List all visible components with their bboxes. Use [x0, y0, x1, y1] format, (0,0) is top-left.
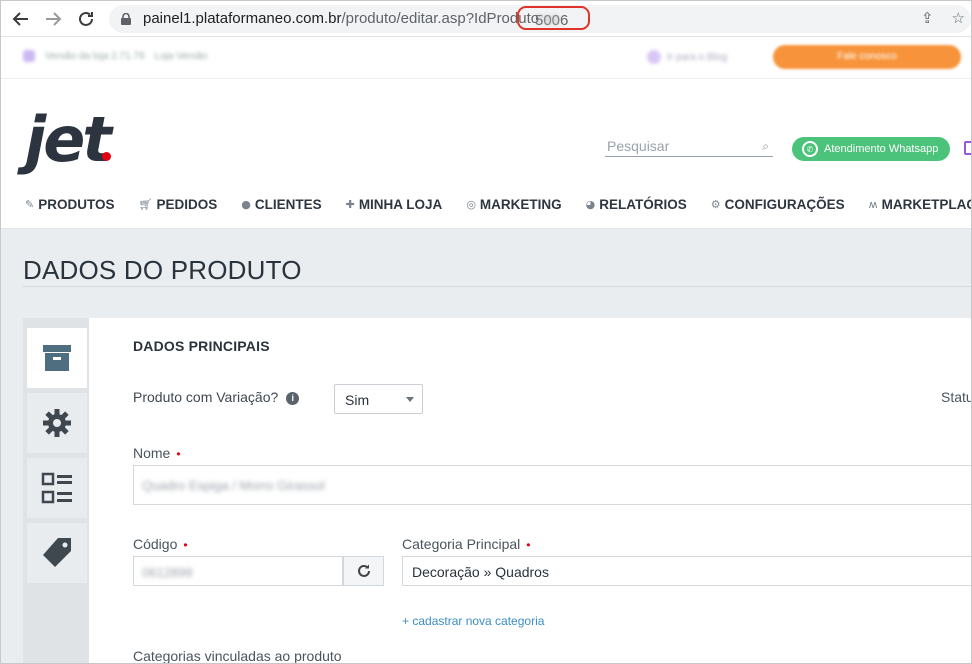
tab-details[interactable] — [27, 458, 87, 518]
mail-icon[interactable] — [964, 141, 971, 155]
logo-dot — [102, 152, 111, 161]
star-icon[interactable]: ☆ — [952, 9, 965, 27]
menu-item-minha-loja[interactable]: ✚ MINHA LOJA — [346, 197, 443, 212]
name-label: Nome • — [133, 445, 181, 461]
archive-box-icon — [43, 345, 71, 371]
main-category-label: Categoria Principal • — [402, 536, 531, 552]
tab-prices[interactable] — [27, 523, 87, 583]
new-category-link[interactable]: + cadastrar nova categoria — [402, 614, 544, 628]
marketplace-icon: ʍ — [868, 198, 878, 211]
main-category-select[interactable]: Decoração » Quadros — [402, 556, 971, 586]
page-title-band: DADOS DO PRODUTO — [1, 229, 971, 297]
store-info-strip: Versão da loja 2.71.79 Loja Versão Ir pa… — [1, 37, 971, 79]
url-product-id-highlight: 5006 789 — [517, 6, 590, 30]
page-title: DADOS DO PRODUTO — [23, 255, 302, 285]
contact-button[interactable]: Fale conosco — [773, 45, 961, 69]
share-icon[interactable]: ⇪ — [921, 9, 934, 27]
tag-icon — [43, 538, 71, 567]
linked-categories-label: Categorias vinculadas ao produto — [133, 648, 342, 664]
lock-icon — [121, 13, 131, 25]
gears-icon: ⚙ — [710, 198, 721, 211]
reload-icon[interactable] — [74, 7, 98, 31]
tab-main-data[interactable] — [27, 328, 87, 388]
menu-item-relatorios[interactable]: ◕ RELATÓRIOS — [586, 197, 687, 212]
variation-select[interactable]: Sim — [334, 384, 423, 414]
refresh-icon — [357, 564, 370, 577]
cart-icon: 🛒︎ — [138, 198, 153, 211]
search-input[interactable] — [607, 138, 747, 154]
generate-code-button[interactable] — [343, 556, 384, 586]
browser-toolbar: painel1.plataformaneo.com.br/produto/edi… — [1, 1, 971, 37]
whatsapp-support-button[interactable]: ✆ Atendimento Whatsapp — [792, 137, 950, 161]
status-label: Statu — [941, 389, 972, 405]
blog-link[interactable]: Ir para o Blog — [647, 50, 727, 64]
code-field[interactable]: 0612899 — [133, 556, 343, 586]
name-field[interactable]: Quadro Espiga / Morro Girassol — [133, 465, 971, 505]
jet-logo[interactable]: jet — [25, 109, 112, 171]
pie-chart-icon: ◕ — [585, 198, 596, 211]
back-arrow-icon[interactable] — [9, 7, 33, 31]
store-badge-icon — [23, 50, 35, 62]
user-icon: ● — [241, 198, 251, 211]
store-version-info: Versão da loja 2.71.79 Loja Versão — [23, 50, 207, 62]
menu-item-marketplace[interactable]: ʍ MARKETPLAC — [868, 197, 971, 212]
gear-icon — [43, 409, 71, 437]
puzzle-icon: ✚ — [345, 198, 355, 211]
chevron-down-icon — [406, 397, 414, 402]
menu-item-marketing[interactable]: ◎ MARKETING — [466, 197, 561, 212]
menu-item-pedidos[interactable]: 🛒︎ PEDIDOS — [138, 197, 217, 212]
menu-item-clientes[interactable]: ● CLIENTES — [241, 197, 321, 212]
search-box: ⌕ — [605, 137, 773, 157]
section-title: DADOS PRINCIPAIS — [133, 338, 270, 354]
product-side-tabs — [23, 318, 89, 663]
target-icon: ◎ — [466, 198, 476, 211]
code-label: Código • — [133, 536, 188, 552]
url-text: painel1.plataformaneo.com.br/produto/edi… — [143, 10, 540, 27]
menu-item-configuracoes[interactable]: ⚙ CONFIGURAÇÕES — [711, 197, 845, 212]
menu-item-produtos[interactable]: ✎ PRODUTOS — [25, 197, 114, 212]
blog-icon — [647, 50, 661, 64]
dashboard-list-icon — [41, 472, 72, 504]
edit-icon: ✎ — [25, 198, 35, 211]
info-icon[interactable]: i — [286, 392, 300, 405]
main-menu: ✎ PRODUTOS 🛒︎ PEDIDOS ● CLIENTES ✚ MINHA LOJ… — [25, 197, 971, 212]
whatsapp-icon: ✆ — [802, 141, 818, 157]
title-divider — [23, 286, 971, 287]
search-icon[interactable]: ⌕ — [762, 139, 769, 154]
address-bar[interactable]: painel1.plataformaneo.com.br/produto/edi… — [109, 5, 971, 33]
tab-settings[interactable] — [27, 393, 87, 453]
screen: painel1.plataformaneo.com.br/produto/edi… — [0, 0, 972, 664]
site-header: jet ⌕ ✆ Atendimento Whatsapp ✎PRODUTOS 🛒… — [1, 79, 971, 229]
variation-label: Produto com Variação? i — [133, 389, 300, 405]
product-form-panel: DADOS PRINCIPAIS Produto com Variação? i … — [89, 318, 972, 664]
forward-arrow-icon[interactable] — [41, 7, 65, 31]
